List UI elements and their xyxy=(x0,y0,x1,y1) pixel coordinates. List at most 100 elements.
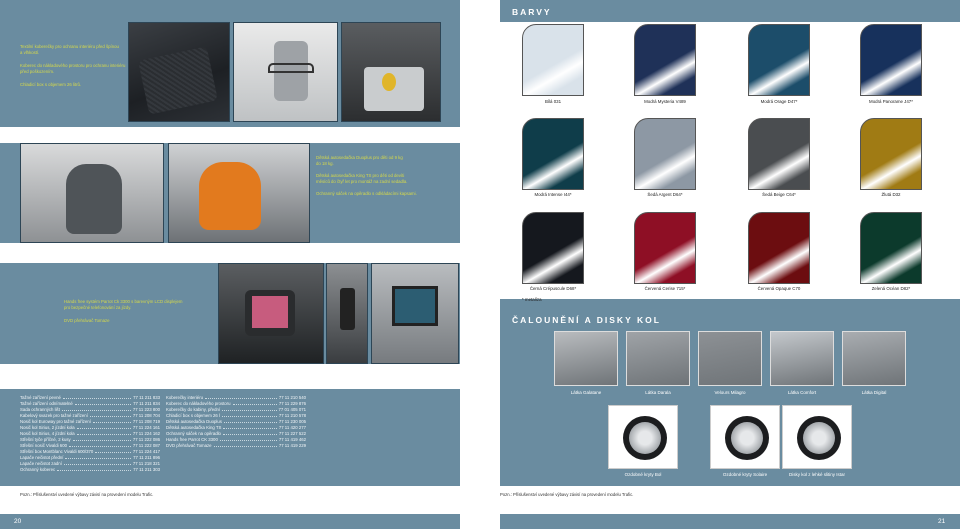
leader-dots xyxy=(92,419,131,423)
panel1-line: Chladicí box s objemem 26 litrů. xyxy=(20,81,82,87)
upholstery-swatch[interactable] xyxy=(698,331,762,386)
right-page: BARVY Bílá 031 Modrá Mysteria V489 Modrá O… xyxy=(500,0,960,529)
accessory-row: DVD přehrávač Tomaze 77 11 419 229 xyxy=(166,443,306,449)
right-footer: Pozn.: Příslušenství uvedené výbavy závi… xyxy=(500,486,960,514)
accessory-band-child-seats: Dětská autosedačka Duoplus pro děti od 9… xyxy=(0,143,460,243)
upholstery-swatch[interactable] xyxy=(626,331,690,386)
color-swatch[interactable] xyxy=(634,118,696,190)
left-page-number: 20 xyxy=(14,518,22,525)
left-note: Pozn.: Příslušenství uvedené výbavy závi… xyxy=(20,492,154,497)
color-swatch[interactable] xyxy=(634,212,696,284)
color-swatch[interactable] xyxy=(860,118,922,190)
leader-dots xyxy=(222,407,277,411)
leader-dots xyxy=(68,443,131,447)
metallic-note: * metalíza xyxy=(522,297,542,302)
cooler-box-photo xyxy=(341,22,441,122)
left-page-bar xyxy=(0,514,460,529)
child-seat-king-photo xyxy=(168,143,310,243)
child-seat-duoplus-photo xyxy=(20,143,164,243)
right-page-number: 21 xyxy=(938,518,946,525)
leader-dots xyxy=(223,419,277,423)
leader-dots xyxy=(205,395,277,399)
left-page: Textilní koberečky pro ochranu interiéru… xyxy=(0,0,470,529)
wheel-label: Disky kol z lehké slitiny Istar xyxy=(788,472,845,477)
panel3-line: pro bezpečné telefonování za jízdy. xyxy=(64,305,132,311)
color-swatch-label: Modrá Orage D47* xyxy=(760,99,798,104)
leader-dots xyxy=(65,455,132,459)
color-swatch-label: Šedá Beige C64* xyxy=(762,192,796,197)
leader-dots xyxy=(89,413,131,417)
dvd-player-photo xyxy=(371,263,459,364)
wheel-label: Ozdobné kryty Bol xyxy=(624,472,662,477)
accessory-part-number: 77 11 211 303 xyxy=(133,467,160,472)
leader-dots xyxy=(221,413,277,417)
color-swatch-label: Červená Opaque C70 xyxy=(757,286,801,291)
accessory-row: Ochranný koberec 77 11 211 303 xyxy=(20,467,160,473)
wheel-image[interactable] xyxy=(608,405,678,469)
leader-dots xyxy=(232,401,277,405)
color-swatch[interactable] xyxy=(634,24,696,96)
parrot-handsfree-photo xyxy=(218,263,324,364)
leader-dots xyxy=(222,431,277,435)
color-swatch-label: Bílá 031 xyxy=(544,99,562,104)
wheel-image[interactable] xyxy=(782,405,852,469)
accessory-part-number: 77 11 419 229 xyxy=(278,443,306,448)
panel3-text: Hands free systém Parrot Ck 3300 s barev… xyxy=(64,299,214,324)
color-swatch[interactable] xyxy=(860,212,922,284)
panel3-line: DVD přehrávač Tomaze xyxy=(64,317,110,323)
panel1-text: Textilní koberečky pro ochranu interiéru… xyxy=(20,44,130,88)
color-swatch-label: Černá Crépuscule D68* xyxy=(529,286,577,291)
panel1-line: před poškozením. xyxy=(20,69,55,75)
leader-dots xyxy=(72,437,131,441)
accessory-list-col2: Koberečky interiéru 77 11 210 540 Koberec … xyxy=(166,395,306,449)
floor-mat-photo xyxy=(128,22,230,122)
leader-dots xyxy=(76,431,131,435)
wheel-image[interactable] xyxy=(710,405,780,469)
seat-hanger-photo xyxy=(233,22,338,122)
color-swatch-label: Modrá Mysteria V489 xyxy=(644,99,686,104)
panel2-line: do 18 kg. xyxy=(316,161,334,167)
upholstery-swatch[interactable] xyxy=(554,331,618,386)
color-swatch[interactable] xyxy=(522,24,584,96)
color-swatch-label: Modrá Intense I44* xyxy=(534,192,572,197)
color-swatch[interactable] xyxy=(748,24,810,96)
colors-title-bar: BARVY xyxy=(500,0,960,22)
leader-dots xyxy=(74,401,132,405)
leader-dots xyxy=(63,461,131,465)
color-swatch-label: Šedá Argent D64* xyxy=(647,192,683,197)
panel2-line: měsíců do čtyř let pro montáž na zadní s… xyxy=(316,179,408,185)
leader-dots xyxy=(213,443,277,447)
leader-dots xyxy=(76,425,131,429)
color-swatch-label: Zelená Océan D82* xyxy=(871,286,911,291)
right-note: Pozn.: Příslušenství uvedené výbavy závi… xyxy=(500,492,634,497)
accessory-list-col1: Tažné zařízení pevné 77 11 211 833 Tažné z… xyxy=(20,395,160,473)
leader-dots xyxy=(219,437,277,441)
color-swatch[interactable] xyxy=(522,118,584,190)
upholstery-swatch[interactable] xyxy=(770,331,834,386)
phone-holder-photo xyxy=(326,263,368,364)
leader-dots xyxy=(61,407,131,411)
colors-title: BARVY xyxy=(512,7,552,17)
color-swatch[interactable] xyxy=(748,212,810,284)
accessory-name: DVD přehrávač Tomaze xyxy=(166,443,212,448)
color-swatch[interactable] xyxy=(522,212,584,284)
accessory-list: Tažné zařízení pevné 77 11 211 833 Tažné z… xyxy=(0,389,460,486)
leader-dots xyxy=(223,425,277,429)
color-swatch[interactable] xyxy=(748,118,810,190)
leader-dots xyxy=(95,449,131,453)
accessory-band-interior: Textilní koberečky pro ochranu interiéru… xyxy=(0,0,460,127)
accessory-band-multimedia: Hands free systém Parrot Ck 3300 s barev… xyxy=(0,263,460,364)
panel1-line: a vlhkostí. xyxy=(20,50,40,56)
panel2-line: Ochranný sáček na opěradlo s odkládacími… xyxy=(316,190,417,196)
leader-dots xyxy=(57,467,132,471)
color-swatch[interactable] xyxy=(860,24,922,96)
leader-dots xyxy=(62,395,132,399)
color-swatch-label: Červená Cerise 715* xyxy=(644,286,686,291)
color-swatch-label: Modrá Panorame J47* xyxy=(869,99,913,104)
upholstery-label: Látka Digital xyxy=(861,390,887,395)
panel2-text: Dětská autosedačka Duoplus pro děti od 9… xyxy=(316,155,424,197)
color-swatch-label: Žlutá D32 xyxy=(881,192,901,197)
upholstery-swatch[interactable] xyxy=(842,331,906,386)
upholstery-title: ČALOUNĚNÍ A DISKY KOL xyxy=(512,315,661,325)
accessory-name: Ochranný koberec xyxy=(20,467,56,472)
